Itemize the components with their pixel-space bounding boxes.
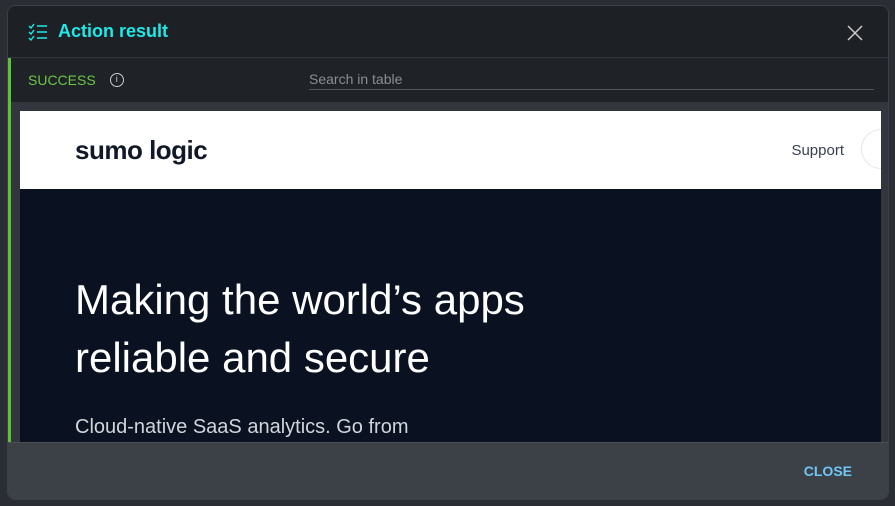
hero-headline: Making the world’s apps reliable and sec… — [75, 271, 525, 387]
headline-line: Making the world’s apps — [75, 276, 525, 323]
dialog-header: Action result — [8, 6, 888, 58]
dialog-title: Action result — [58, 21, 169, 41]
webpage-screenshot: sumo logic Support Making the world’s ap… — [20, 111, 881, 442]
support-link: Support — [791, 142, 844, 159]
headline-line: reliable and secure — [75, 334, 430, 381]
close-button[interactable]: CLOSE — [804, 463, 852, 479]
hero-subtext: Cloud-native SaaS analytics. Go from — [75, 416, 409, 438]
checklist-icon — [28, 23, 47, 41]
action-result-dialog: Action result SUCCESS i sumo logic Suppo… — [7, 5, 889, 500]
site-nav: sumo logic Support — [20, 111, 881, 189]
site-logo: sumo logic — [75, 135, 208, 165]
close-icon[interactable] — [846, 24, 864, 42]
dialog-footer: CLOSE — [8, 442, 888, 499]
info-icon[interactable]: i — [109, 73, 124, 87]
result-toolbar: SUCCESS i — [11, 58, 888, 102]
search-input[interactable] — [309, 68, 874, 90]
screenshot-viewer[interactable]: sumo logic Support Making the world’s ap… — [11, 102, 888, 442]
nav-button — [861, 129, 881, 169]
result-panel: SUCCESS i sumo logic Support Making the … — [8, 58, 888, 442]
status-badge: SUCCESS — [28, 72, 96, 88]
